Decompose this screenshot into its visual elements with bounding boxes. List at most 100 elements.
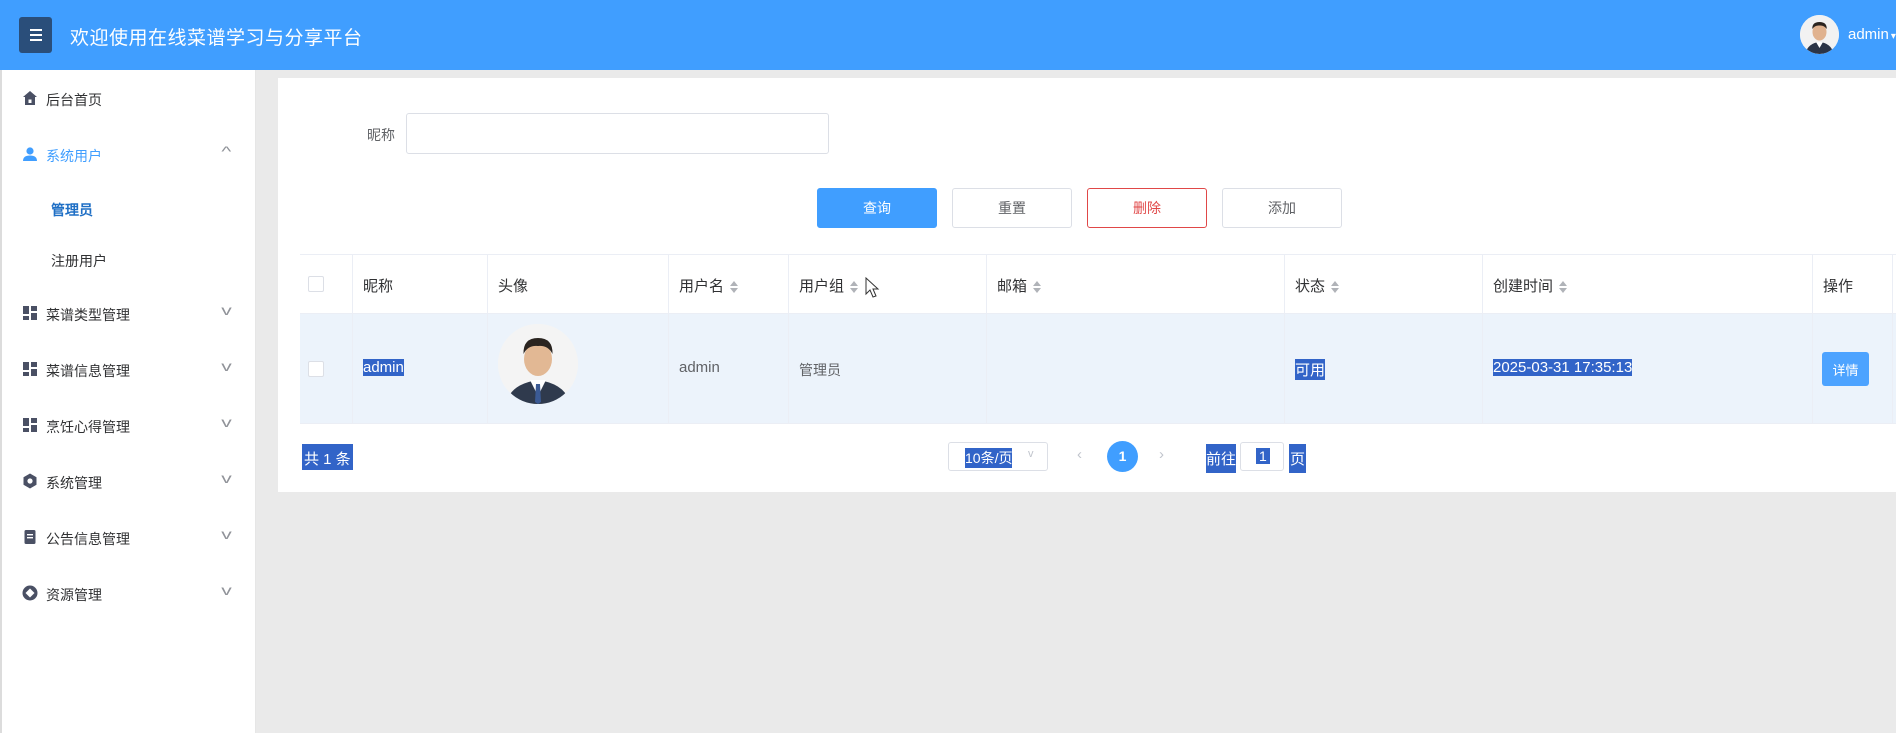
sidebar-item-label: 后台首页	[46, 92, 102, 108]
sidebar-item-home[interactable]: 后台首页	[2, 78, 256, 118]
sidebar: 后台首页 系统用户 ^ 管理员 注册用户 菜谱类型管理 v 菜谱信息管理 v 烹…	[0, 70, 256, 733]
sort-icon[interactable]	[1033, 280, 1042, 294]
sidebar-item-recipe-types[interactable]: 菜谱类型管理 v	[2, 293, 256, 333]
user-avatar[interactable]	[1800, 15, 1839, 54]
column-divider	[1812, 254, 1813, 424]
sort-icon[interactable]	[1559, 280, 1568, 294]
sidebar-item-system-users[interactable]: 系统用户 ^	[2, 134, 256, 174]
column-header-actions: 操作	[1823, 278, 1854, 295]
grid-icon	[23, 362, 37, 376]
chevron-down-icon: v	[221, 470, 232, 486]
pagination-total: 共 1 条	[302, 444, 353, 470]
sort-icon[interactable]	[850, 280, 859, 294]
delete-button[interactable]: 删除	[1087, 188, 1207, 228]
sidebar-item-label: 资源管理	[46, 587, 102, 603]
chevron-down-icon: v	[221, 358, 232, 374]
gear-icon	[23, 473, 37, 489]
sidebar-item-recipe-info[interactable]: 菜谱信息管理 v	[2, 349, 256, 389]
column-divider	[352, 254, 353, 424]
select-all-checkbox[interactable]	[308, 276, 324, 292]
column-divider	[487, 254, 488, 424]
goto-label: 前往	[1206, 444, 1237, 473]
reset-button[interactable]: 重置	[952, 188, 1072, 228]
person-photo-icon	[498, 324, 578, 404]
sidebar-item-label: 注册用户	[51, 253, 107, 269]
chevron-down-icon: v	[221, 526, 232, 542]
column-header-avatar: 头像	[498, 278, 529, 295]
chevron-down-icon: v	[1028, 448, 1034, 460]
cell-avatar	[498, 324, 578, 404]
column-divider	[986, 254, 987, 424]
column-header-label: 用户名	[679, 278, 725, 295]
sidebar-item-system-management[interactable]: 系统管理 v	[2, 461, 256, 501]
sidebar-item-label: 菜谱信息管理	[46, 363, 130, 379]
add-button[interactable]: 添加	[1222, 188, 1342, 228]
query-button[interactable]: 查询	[817, 188, 937, 228]
chevron-down-icon: v	[221, 582, 232, 598]
grid-icon	[23, 418, 37, 432]
column-divider	[788, 254, 789, 424]
document-icon	[24, 530, 36, 544]
person-photo-icon	[1800, 15, 1839, 54]
chevron-down-icon: v	[221, 414, 232, 430]
column-header-label: 邮箱	[997, 278, 1028, 295]
nickname-search-input[interactable]	[406, 113, 829, 154]
chevron-up-icon: ^	[221, 143, 232, 159]
plus-circle-icon	[22, 585, 38, 601]
column-header-label: 用户组	[799, 278, 845, 295]
sort-icon[interactable]	[1331, 280, 1340, 294]
column-header-label: 创建时间	[1493, 278, 1554, 295]
column-header-label: 状态	[1295, 278, 1326, 295]
column-divider	[668, 254, 669, 424]
sidebar-item-label: 公告信息管理	[46, 531, 130, 547]
sidebar-item-label: 菜谱类型管理	[46, 307, 130, 323]
user-menu[interactable]: admin ▾	[1848, 26, 1896, 43]
app-title: 欢迎使用在线菜谱学习与分享平台	[70, 28, 363, 49]
goto-page-value: 1	[1256, 448, 1270, 464]
column-divider	[1482, 254, 1483, 424]
nickname-label: 昵称	[367, 127, 395, 143]
sidebar-item-label: 烹饪心得管理	[46, 419, 130, 435]
username-label: admin	[1848, 26, 1889, 43]
top-header: 欢迎使用在线菜谱学习与分享平台 admin ▾	[0, 0, 1896, 70]
chevron-down-icon: v	[221, 302, 232, 318]
cell-nickname: admin	[363, 359, 404, 376]
sidebar-item-label: 系统管理	[46, 475, 102, 491]
sidebar-item-registered-users[interactable]: 注册用户	[2, 239, 256, 279]
sidebar-item-announcements[interactable]: 公告信息管理 v	[2, 517, 256, 557]
cell-created: 2025-03-31 17:35:13	[1493, 359, 1633, 376]
page-size-value: 10条/页	[965, 448, 1013, 468]
caret-down-icon: ▾	[1890, 31, 1896, 42]
column-header-email[interactable]: 邮箱	[997, 275, 1042, 296]
column-header-status[interactable]: 状态	[1295, 275, 1340, 296]
home-icon	[23, 91, 37, 105]
cell-status: 可用	[1295, 359, 1326, 380]
row-checkbox[interactable]	[308, 361, 324, 377]
column-header-group[interactable]: 用户组	[799, 275, 859, 296]
page-size-select[interactable]: 10条/页 v	[948, 442, 1048, 471]
grid-icon	[23, 306, 37, 320]
mouse-cursor-icon	[865, 277, 880, 298]
goto-page-input[interactable]: 1	[1240, 442, 1284, 471]
cell-username: admin	[679, 359, 720, 376]
table-header	[300, 254, 1896, 314]
cell-group: 管理员	[799, 362, 841, 378]
column-divider	[1284, 254, 1285, 424]
menu-toggle-button[interactable]	[19, 17, 52, 53]
sidebar-item-cooking-notes[interactable]: 烹饪心得管理 v	[2, 405, 256, 445]
prev-page-button[interactable]: ‹	[1077, 446, 1082, 463]
sidebar-item-resources[interactable]: 资源管理 v	[2, 573, 256, 613]
page-number-current[interactable]: 1	[1107, 441, 1138, 472]
detail-button[interactable]: 详情	[1822, 352, 1869, 386]
next-page-button[interactable]: ›	[1159, 446, 1164, 463]
sidebar-item-label: 系统用户	[46, 148, 102, 164]
column-header-username[interactable]: 用户名	[679, 275, 739, 296]
column-header-nickname: 昵称	[363, 278, 394, 295]
column-divider	[1892, 254, 1893, 424]
user-icon	[23, 147, 37, 161]
column-header-created[interactable]: 创建时间	[1493, 275, 1568, 296]
sidebar-item-admins[interactable]: 管理员	[2, 188, 256, 228]
sidebar-item-label: 管理员	[51, 202, 93, 218]
sort-icon[interactable]	[730, 280, 739, 294]
page-unit-label: 页	[1289, 444, 1307, 473]
